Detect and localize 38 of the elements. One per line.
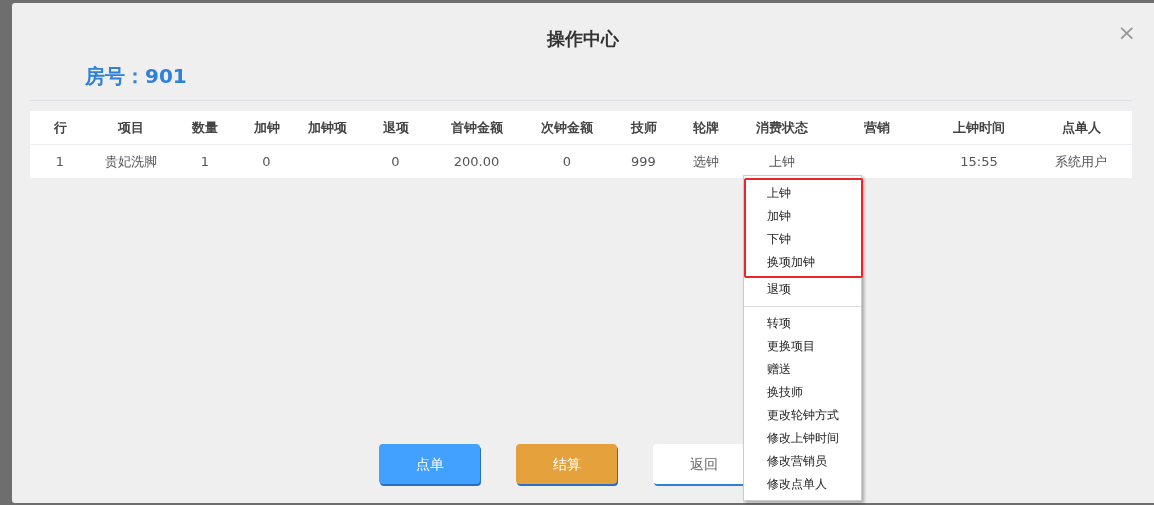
menu-item[interactable]: 退项 (744, 278, 861, 301)
table-cell: 15:55 (960, 153, 998, 169)
table-cell: 999 (631, 153, 656, 169)
table-cell: 200.00 (453, 153, 500, 169)
menu-item[interactable]: 加钟 (746, 205, 861, 228)
table-cell: 系统用户 (1055, 153, 1107, 169)
dialog-title: 操作中心 (547, 28, 619, 49)
room-number: 房号：901 (85, 63, 187, 89)
table-cell: 0 (562, 153, 572, 169)
menu-item[interactable]: 更改轮钟方式 (744, 404, 861, 427)
menu-item[interactable]: 换项加钟 (746, 251, 861, 274)
menu-item[interactable]: 更换项目 (744, 335, 861, 358)
table-cell: 贵妃洗脚 (105, 153, 157, 169)
column-header: 退项 (382, 119, 409, 135)
column-header: 行 (53, 119, 67, 135)
menu-item[interactable]: 上钟 (746, 182, 861, 205)
column-header: 加钟项 (308, 119, 347, 135)
menu-item[interactable]: 赠送 (744, 358, 861, 381)
menu-item[interactable]: 转项 (744, 312, 861, 335)
column-header: 点单人 (1061, 119, 1101, 135)
table-cell: 0 (262, 153, 271, 169)
table-cell: 1 (200, 153, 210, 169)
column-header: 营销 (864, 119, 890, 135)
column-header: 项目 (118, 119, 144, 135)
column-header: 次钟金额 (541, 119, 593, 135)
column-header: 首钟金额 (450, 119, 503, 135)
table-cell: 0 (391, 153, 400, 169)
table-cell: 上钟 (768, 153, 795, 169)
column-header: 轮牌 (693, 119, 719, 135)
menu-item[interactable]: 换技师 (744, 381, 861, 404)
column-header: 数量 (192, 119, 218, 135)
table-cell: 选钟 (693, 153, 719, 169)
column-header: 上钟时间 (953, 119, 1005, 135)
column-header: 消费状态 (755, 119, 808, 135)
table-cell: 1 (55, 153, 65, 169)
column-header: 技师 (630, 119, 657, 135)
menu-item[interactable]: 下钟 (746, 228, 861, 251)
column-header: 加钟 (253, 119, 280, 135)
